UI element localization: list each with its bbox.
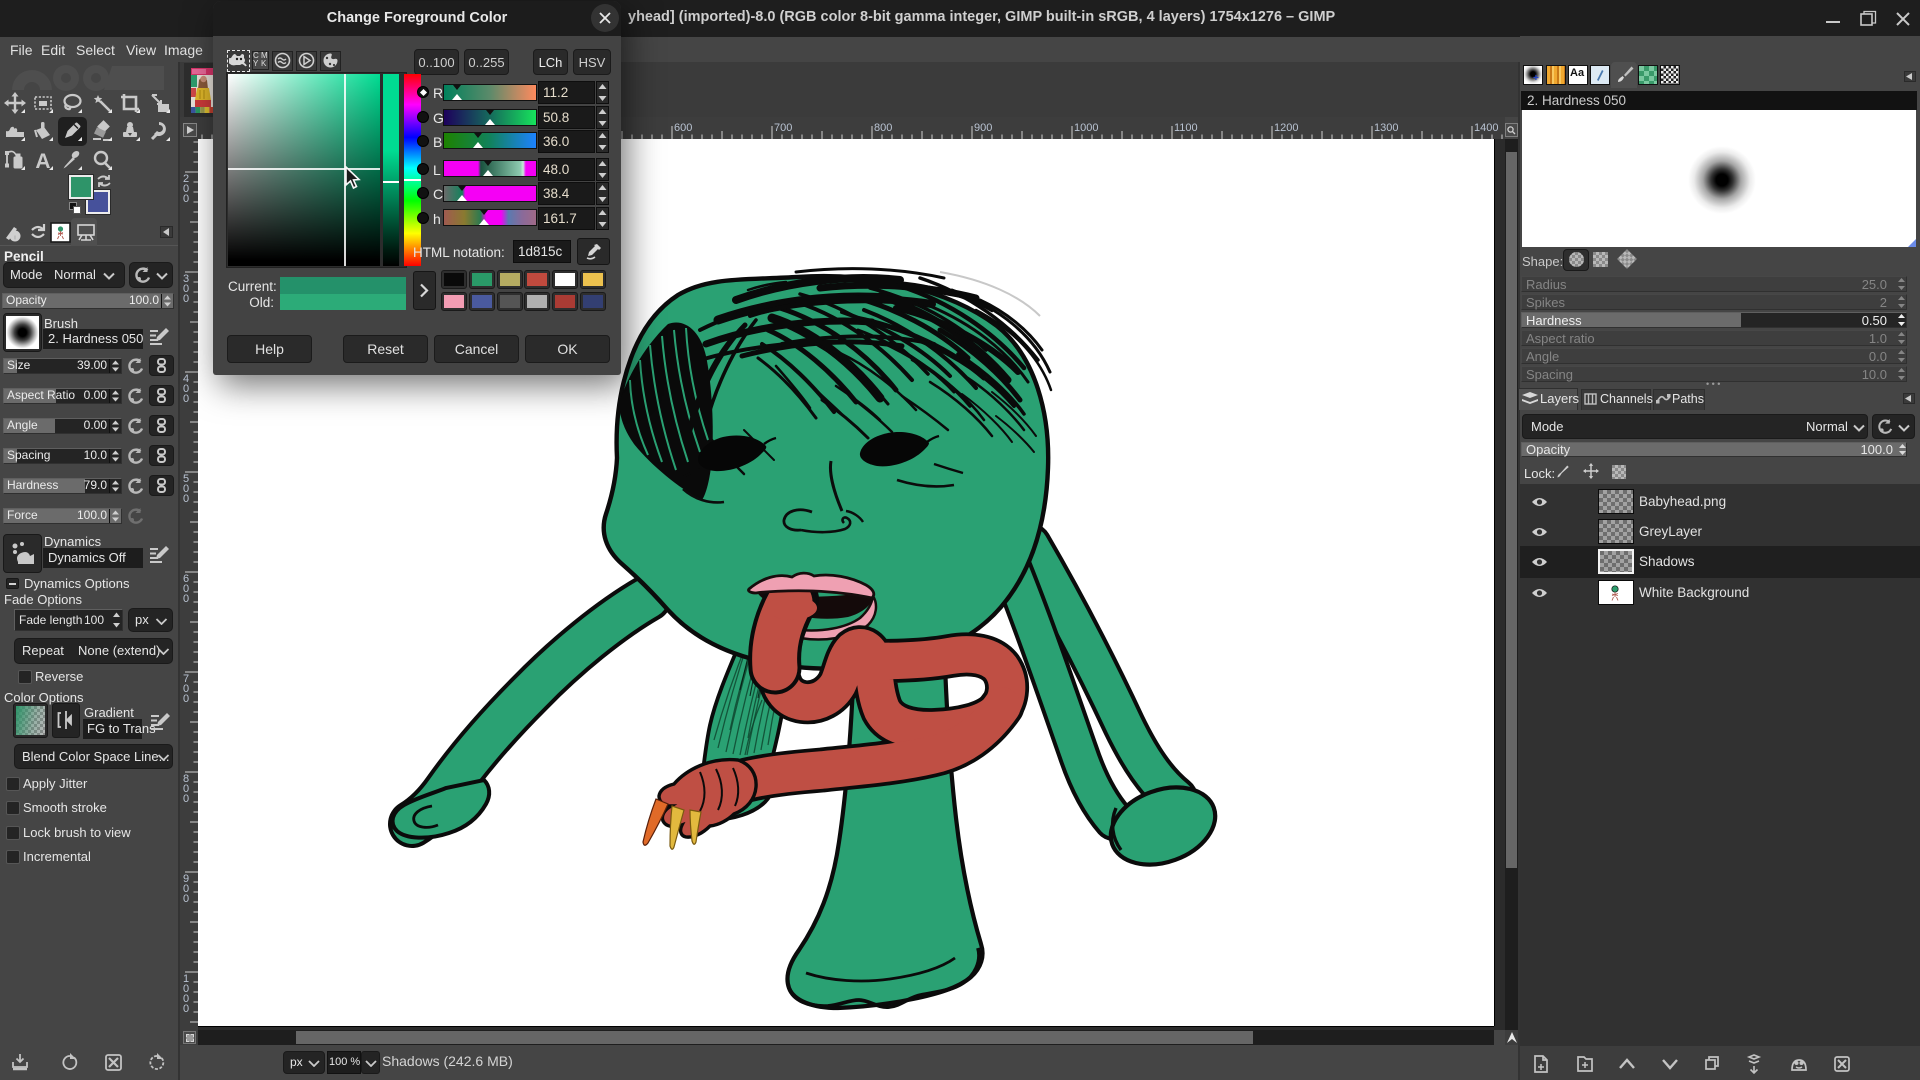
svg-text:0: 0 [183, 393, 189, 405]
svg-text:0: 0 [183, 1003, 189, 1015]
svg-text:0: 0 [183, 593, 189, 605]
svg-text:600: 600 [674, 122, 692, 134]
svg-text:900: 900 [974, 122, 992, 134]
svg-text:0: 0 [183, 693, 189, 705]
svg-text:1200: 1200 [1274, 122, 1298, 134]
svg-text:1400: 1400 [1474, 122, 1498, 134]
svg-text:1300: 1300 [1374, 122, 1398, 134]
svg-text:0: 0 [183, 793, 189, 805]
svg-text:0: 0 [183, 293, 189, 305]
svg-text:1000: 1000 [1074, 122, 1098, 134]
svg-text:0: 0 [183, 493, 189, 505]
svg-text:1100: 1100 [1174, 122, 1198, 134]
svg-text:0: 0 [183, 893, 189, 905]
svg-text:i: i [14, 232, 17, 242]
svg-text:0: 0 [183, 193, 189, 205]
svg-text:800: 800 [874, 122, 892, 134]
svg-text:A: A [35, 150, 50, 171]
svg-text:700: 700 [774, 122, 792, 134]
